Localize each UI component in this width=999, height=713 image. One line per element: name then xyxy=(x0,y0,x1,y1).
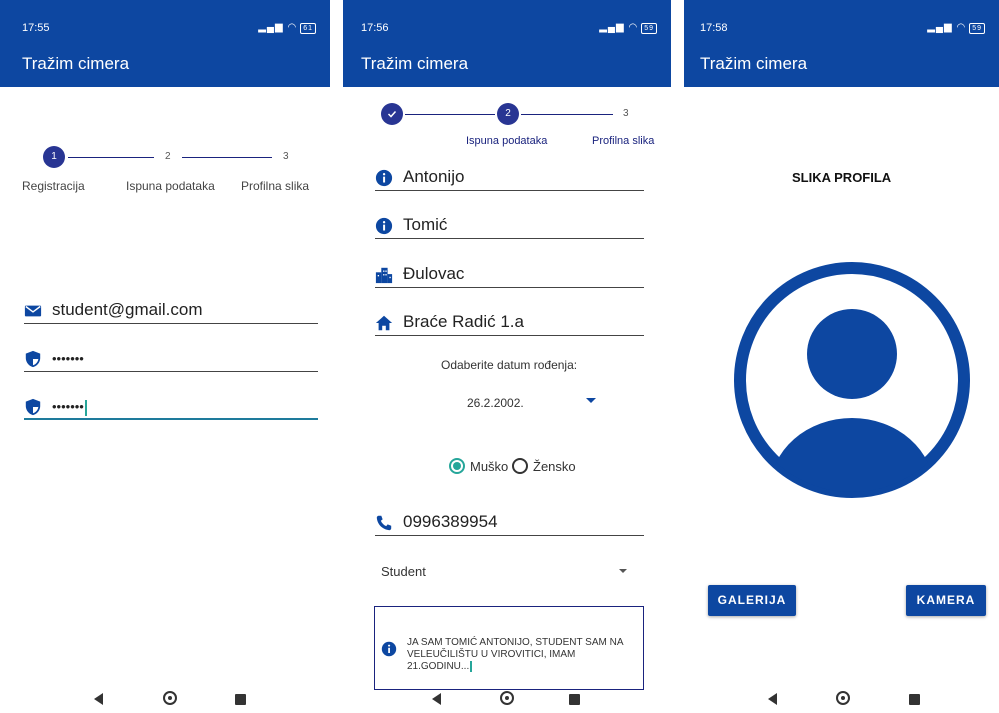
gallery-button[interactable]: GALERIJA xyxy=(708,585,796,616)
status-bar: 17:56 ▂▄▆ ◠ 59 xyxy=(361,22,657,36)
address-value: Braće Radić 1.a xyxy=(403,312,524,331)
radio-female-label[interactable]: Žensko xyxy=(533,459,576,474)
home-icon[interactable] xyxy=(500,691,514,705)
email-field[interactable]: student@gmail.com xyxy=(24,298,318,324)
recent-apps-icon[interactable] xyxy=(569,694,580,705)
status-time: 17:58 xyxy=(700,22,728,34)
step-connector xyxy=(68,157,154,158)
info-icon xyxy=(375,169,393,187)
confirm-password-value: ••••••• xyxy=(52,399,87,416)
occupation-select[interactable]: Student xyxy=(381,564,426,579)
envelope-icon xyxy=(24,305,42,317)
step-2-label: Ispuna podataka xyxy=(126,179,215,193)
home-icon xyxy=(375,315,393,331)
personal-data-screen: 17:56 ▂▄▆ ◠ 59 Tražim cimera 2 3 Ispuna p… xyxy=(343,0,671,713)
system-nav-bar xyxy=(0,687,330,713)
battery-icon: 59 xyxy=(641,23,657,34)
info-icon xyxy=(381,641,397,657)
app-title: Tražim cimera xyxy=(22,54,130,73)
back-icon[interactable] xyxy=(94,693,103,705)
first-name-field[interactable]: Antonijo xyxy=(375,165,644,191)
birthdate-prompt: Odaberite datum rođenja: xyxy=(441,358,578,372)
step-3-label: Profilna slika xyxy=(241,179,310,193)
city-field[interactable]: Đulovac xyxy=(375,262,644,288)
check-icon xyxy=(387,110,397,118)
step-3-indicator[interactable]: 3 xyxy=(283,151,289,162)
bio-text: JA SAM TOMIĆ ANTONIJO, STUDENT SAM NA VE… xyxy=(407,637,623,673)
confirm-password-text: ••••••• xyxy=(52,399,84,414)
battery-icon: 59 xyxy=(969,23,985,34)
birthdate-value[interactable]: 26.2.2002. xyxy=(467,396,524,410)
system-nav-bar xyxy=(343,687,671,713)
status-bar: 17:55 ▂▄▆ ◠ 61 xyxy=(22,22,316,36)
step-connector xyxy=(521,114,613,115)
step-connector xyxy=(405,114,495,115)
info-icon xyxy=(375,217,393,235)
step-2-label: Ispuna podataka xyxy=(466,135,548,147)
recent-apps-icon[interactable] xyxy=(909,694,920,705)
app-title: Tražim cimera xyxy=(700,54,808,73)
camera-button[interactable]: KAMERA xyxy=(906,585,986,616)
confirm-password-field[interactable]: ••••••• xyxy=(24,394,318,420)
city-icon xyxy=(375,267,393,284)
status-icons: ▂▄▆ ◠ 59 xyxy=(599,22,657,34)
first-name-value: Antonijo xyxy=(403,167,465,186)
registration-screen: 17:55 ▂▄▆ ◠ 61 Tražim cimera 1 2 3 Regist… xyxy=(0,0,330,713)
step-1-indicator[interactable]: 1 xyxy=(43,146,65,168)
radio-male[interactable] xyxy=(449,458,465,474)
phone-value: 0996389954 xyxy=(403,512,498,531)
step-2-indicator[interactable]: 2 xyxy=(497,103,519,125)
phone-field[interactable]: 0996389954 xyxy=(375,510,644,536)
email-value: student@gmail.com xyxy=(52,300,203,319)
app-bar: 17:55 ▂▄▆ ◠ 61 Tražim cimera xyxy=(0,0,330,87)
status-time: 17:55 xyxy=(22,22,50,34)
password-field[interactable]: ••••••• xyxy=(24,346,318,372)
radio-male-label[interactable]: Muško xyxy=(470,459,508,474)
bio-text-container: JA SAM TOMIĆ ANTONIJO, STUDENT SAM NA VE… xyxy=(407,637,637,673)
radio-female[interactable] xyxy=(512,458,528,474)
shield-icon xyxy=(25,398,41,416)
step-3-label: Profilna slika xyxy=(592,135,655,147)
password-value: ••••••• xyxy=(52,351,84,366)
home-icon[interactable] xyxy=(836,691,850,705)
text-cursor xyxy=(84,399,87,416)
chevron-down-icon[interactable] xyxy=(619,569,627,573)
step-2-indicator[interactable]: 2 xyxy=(165,151,171,162)
last-name-value: Tomić xyxy=(403,215,448,234)
system-nav-bar xyxy=(684,687,999,713)
recent-apps-icon[interactable] xyxy=(235,694,246,705)
phone-icon xyxy=(376,515,392,531)
app-bar: 17:56 ▂▄▆ ◠ 59 Tražim cimera xyxy=(343,0,671,87)
account-circle-icon[interactable] xyxy=(732,260,972,500)
app-bar: 17:58 ▂▄▆ ◠ 59 Tražim cimera xyxy=(684,0,999,87)
shield-icon xyxy=(25,350,41,368)
battery-icon: 61 xyxy=(300,23,316,34)
city-value: Đulovac xyxy=(403,264,465,283)
address-field[interactable]: Braće Radić 1.a xyxy=(375,310,644,336)
back-icon[interactable] xyxy=(432,693,441,705)
bio-textarea[interactable]: JA SAM TOMIĆ ANTONIJO, STUDENT SAM NA VE… xyxy=(374,606,644,690)
chevron-down-icon[interactable] xyxy=(586,398,596,403)
back-icon[interactable] xyxy=(768,693,777,705)
last-name-field[interactable]: Tomić xyxy=(375,213,644,239)
step-3-indicator[interactable]: 3 xyxy=(623,108,629,119)
step-connector xyxy=(182,157,272,158)
step-1-label: Registracija xyxy=(22,179,85,193)
step-1-done-indicator[interactable] xyxy=(381,103,403,125)
status-icons: ▂▄▆ ◠ 61 xyxy=(258,22,316,34)
profile-picture-screen: 17:58 ▂▄▆ ◠ 59 Tražim cimera SLIKA PROFIL… xyxy=(684,0,999,713)
status-time: 17:56 xyxy=(361,22,389,34)
app-title: Tražim cimera xyxy=(361,54,469,73)
profile-picture-heading: SLIKA PROFILA xyxy=(792,170,892,185)
status-bar: 17:58 ▂▄▆ ◠ 59 xyxy=(700,22,985,36)
home-icon[interactable] xyxy=(163,691,177,705)
text-cursor xyxy=(470,661,472,672)
status-icons: ▂▄▆ ◠ 59 xyxy=(927,22,985,34)
